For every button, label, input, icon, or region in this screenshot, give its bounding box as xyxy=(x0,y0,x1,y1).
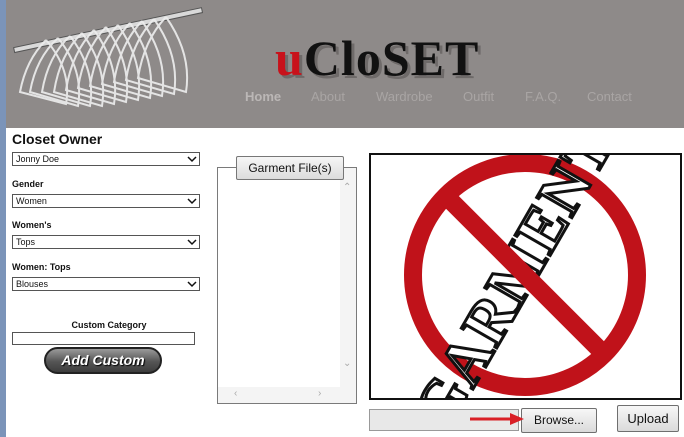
red-arrow-annotation-icon xyxy=(470,413,524,425)
nav-home[interactable]: Home xyxy=(245,89,281,104)
gender-label: Gender xyxy=(12,179,44,189)
chevron-down-icon xyxy=(187,156,197,163)
scroll-down-icon[interactable]: ⌄ xyxy=(343,358,351,369)
no-garment-image: GARMENT xyxy=(399,155,646,398)
gender-select[interactable]: Women xyxy=(12,194,200,208)
scroll-right-icon[interactable]: › xyxy=(318,388,321,399)
nav-faq[interactable]: F.A.Q. xyxy=(525,89,561,104)
nav-outfit[interactable]: Outfit xyxy=(463,89,494,104)
logo-text: CloSET xyxy=(303,30,480,86)
add-custom-button[interactable]: Add Custom xyxy=(44,347,162,374)
subcategory-label: Women: Tops xyxy=(12,262,71,272)
category-select-value: Tops xyxy=(16,237,36,247)
gender-select-value: Women xyxy=(16,196,47,206)
garment-file-list[interactable]: ⌃ ⌄ ‹ › xyxy=(217,167,357,404)
garment-preview: GARMENT xyxy=(369,153,682,400)
upload-button[interactable]: Upload xyxy=(617,405,679,432)
custom-category-label: Custom Category xyxy=(71,320,147,330)
custom-category-input[interactable] xyxy=(12,332,195,345)
closet-sidebar: Closet Owner Jonny Doe Gender Women Wome… xyxy=(6,128,212,437)
category-select[interactable]: Tops xyxy=(12,235,200,249)
closet-owner-title: Closet Owner xyxy=(12,131,103,147)
subcategory-select-value: Blouses xyxy=(16,279,49,289)
subcategory-select[interactable]: Blouses xyxy=(12,277,200,291)
garment-files-tab[interactable]: Garment File(s) xyxy=(236,156,344,180)
hangers-image xyxy=(13,7,204,108)
browse-button[interactable]: Browse... xyxy=(521,408,597,433)
owner-select[interactable]: Jonny Doe xyxy=(12,152,200,166)
nav-wardrobe[interactable]: Wardrobe xyxy=(376,89,433,104)
vertical-scrollbar[interactable]: ⌃ ⌄ xyxy=(340,168,356,388)
chevron-down-icon xyxy=(187,239,197,246)
nav-contact[interactable]: Contact xyxy=(587,89,632,104)
horizontal-scrollbar[interactable]: ‹ › xyxy=(218,387,356,403)
logo-letter-u: u xyxy=(275,30,304,86)
nav-about[interactable]: About xyxy=(311,89,345,104)
chevron-down-icon xyxy=(187,281,197,288)
scroll-left-icon[interactable]: ‹ xyxy=(234,388,237,399)
owner-select-value: Jonny Doe xyxy=(16,154,60,164)
chevron-down-icon xyxy=(187,198,197,205)
category-label: Women's xyxy=(12,220,52,230)
site-logo[interactable]: uCloSET xyxy=(275,33,479,83)
scroll-up-icon[interactable]: ⌃ xyxy=(343,182,351,193)
site-header: uCloSET uCloSET Home About Wardrobe Outf… xyxy=(6,0,684,128)
